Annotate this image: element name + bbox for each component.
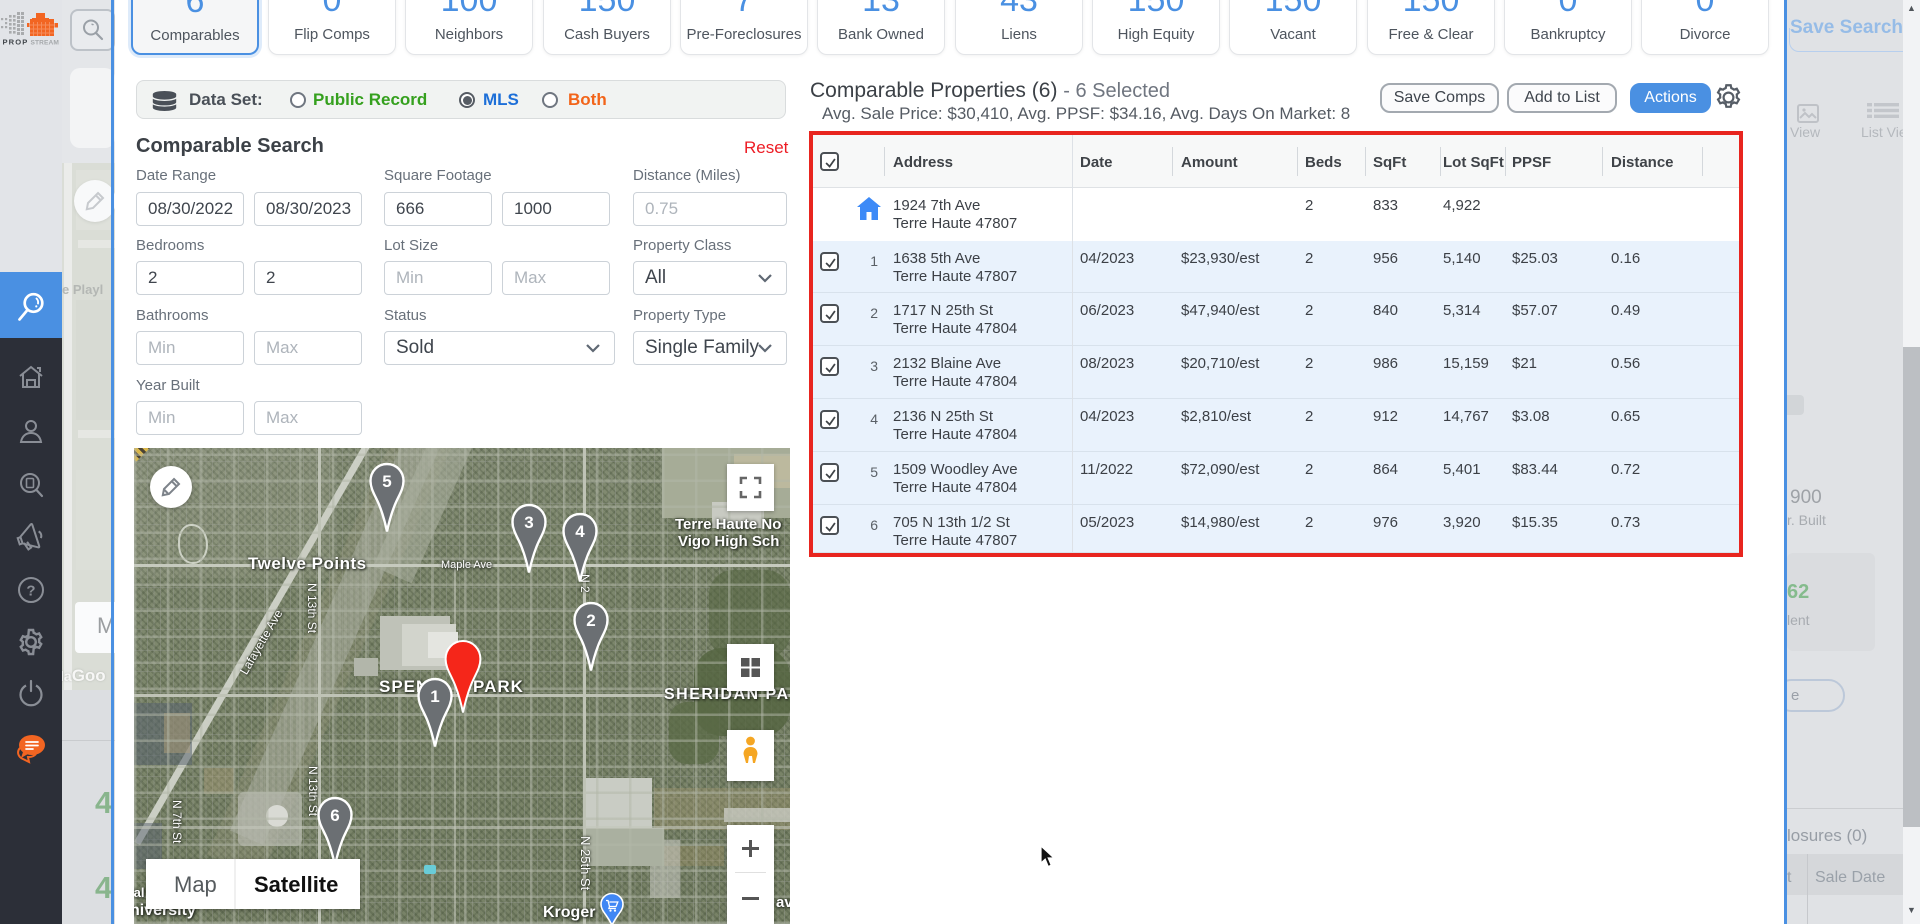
svg-text:3: 3 [524, 513, 533, 532]
svg-text:1: 1 [430, 687, 439, 706]
svg-text:PROP: PROP [3, 38, 29, 47]
svg-text:4: 4 [575, 522, 585, 541]
svg-text:?: ? [26, 583, 35, 600]
svg-text:2: 2 [586, 611, 595, 630]
svg-text:5: 5 [382, 472, 391, 491]
svg-text:6: 6 [330, 806, 339, 825]
svg-text:STREAM: STREAM [31, 40, 60, 47]
